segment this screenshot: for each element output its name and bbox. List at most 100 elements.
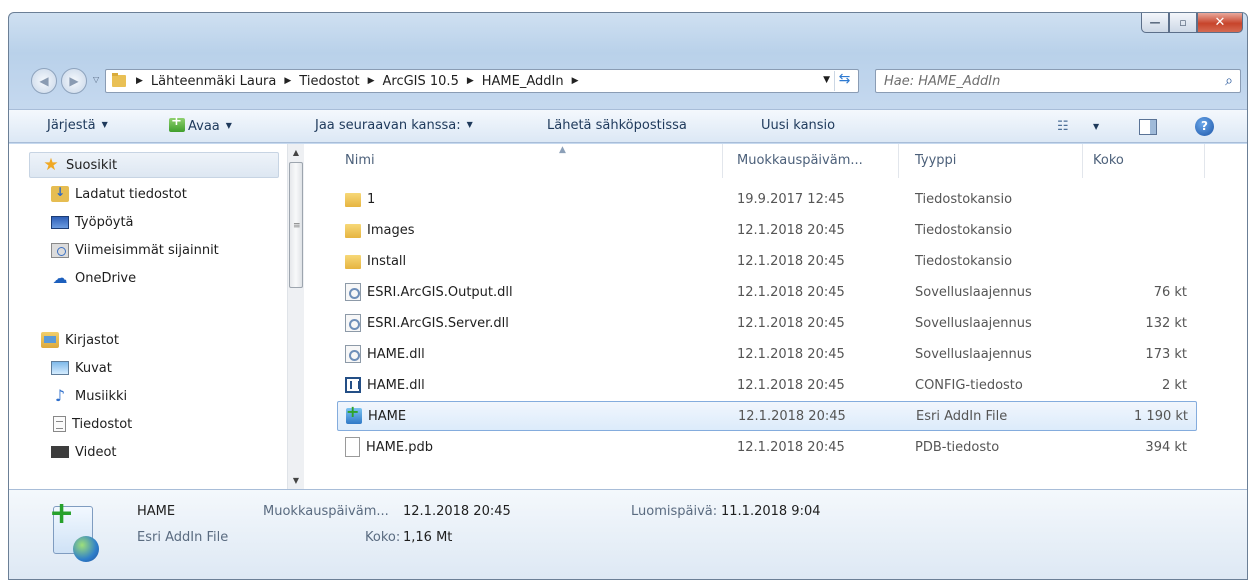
nav-libraries[interactable]: Kirjastot	[29, 326, 287, 354]
address-row: ◀ ▶ ▽ ▶ Lähteenmäki Laura ▶ Tiedostot ▶ …	[9, 63, 1247, 97]
dll-icon	[345, 283, 361, 301]
window-controls: — ▫ ✕	[1141, 13, 1243, 33]
pictures-icon	[51, 361, 69, 375]
nav-favorites[interactable]: ★ Suosikit	[29, 152, 279, 178]
breadcrumb-item[interactable]: Tiedostot	[299, 74, 359, 89]
dll-icon	[345, 345, 361, 363]
file-date: 12.1.2018 20:45	[737, 253, 845, 269]
search-placeholder: Hae: HAME_AddIn	[884, 73, 1001, 89]
file-row[interactable]: HAME.dll 12.1.2018 20:45 CONFIG-tiedosto…	[337, 370, 1197, 400]
share-button[interactable]: Jaa seuraavan kanssa: ▼	[315, 118, 473, 133]
recent-pages-dropdown[interactable]: ▽	[93, 75, 99, 84]
help-icon[interactable]: ?	[1195, 117, 1214, 136]
documents-icon	[53, 416, 66, 432]
file-size: 132 kt	[1145, 315, 1187, 331]
file-name-cell: 1	[345, 191, 375, 207]
sort-ascending-icon: ▲	[559, 145, 566, 155]
column-header-type[interactable]: Tyyppi	[907, 144, 1083, 178]
file-name-cell: HAME	[346, 402, 406, 424]
file-name-cell: HAME.pdb	[345, 437, 433, 457]
address-history-dropdown-icon[interactable]: ▼	[823, 75, 830, 85]
file-name-cell: Install	[345, 253, 406, 269]
file-row[interactable]: ESRI.ArcGIS.Output.dll 12.1.2018 20:45 S…	[337, 277, 1197, 307]
nav-label: Tiedostot	[72, 416, 133, 432]
file-type: Esri AddIn File	[916, 408, 1008, 424]
refresh-icon[interactable]: ⇆	[834, 71, 854, 91]
file-name: HAME.pdb	[366, 439, 433, 455]
organize-button[interactable]: Järjestä ▼	[47, 118, 108, 133]
file-row[interactable]: Images 12.1.2018 20:45 Tiedostokansio	[337, 215, 1197, 245]
nav-item-documents[interactable]: Tiedostot	[51, 410, 287, 438]
view-options-icon[interactable]: ☷	[1057, 119, 1069, 134]
plus-icon: +	[49, 496, 75, 531]
back-button[interactable]: ◀	[31, 68, 57, 94]
scroll-up-icon[interactable]: ▲	[288, 144, 304, 161]
breadcrumb-separator-icon[interactable]: ▶	[284, 76, 291, 86]
nav-item-videos[interactable]: Videot	[51, 438, 287, 466]
file-row-selected[interactable]: HAME 12.1.2018 20:45 Esri AddIn File 1 1…	[337, 401, 1197, 431]
file-row[interactable]: HAME.dll 12.1.2018 20:45 Sovelluslaajenn…	[337, 339, 1197, 369]
column-header-size[interactable]: Koko	[1085, 144, 1205, 178]
minimize-button[interactable]: —	[1141, 13, 1169, 33]
command-bar: Järjestä ▼ Avaa ▼ Jaa seuraavan kanssa: ▼ L…	[9, 109, 1247, 143]
search-icon[interactable]: ⌕	[1218, 73, 1240, 89]
breadcrumb-separator-icon[interactable]: ▶	[467, 76, 474, 86]
new-folder-button[interactable]: Uusi kansio	[761, 118, 835, 133]
file-row[interactable]: HAME.pdb 12.1.2018 20:45 PDB-tiedosto 39…	[337, 432, 1197, 462]
folder-icon	[112, 73, 126, 87]
breadcrumb-separator-icon[interactable]: ▶	[572, 76, 579, 86]
breadcrumb-item[interactable]: HAME_AddIn	[482, 74, 564, 89]
file-date: 12.1.2018 20:45	[737, 439, 845, 455]
chevron-down-icon[interactable]: ▼	[1093, 122, 1099, 131]
navigation-scrollbar[interactable]: ▲ ≡ ▼	[287, 144, 304, 489]
breadcrumb-item[interactable]: ArcGIS 10.5	[383, 74, 459, 89]
nav-label: Kuvat	[75, 360, 112, 376]
file-size: 394 kt	[1145, 439, 1187, 455]
breadcrumb-separator-icon[interactable]: ▶	[368, 76, 375, 86]
address-bar[interactable]: ▶ Lähteenmäki Laura ▶ Tiedostot ▶ ArcGIS…	[105, 69, 859, 93]
breadcrumb-separator-icon[interactable]: ▶	[136, 76, 143, 86]
file-date: 12.1.2018 20:45	[737, 346, 845, 362]
nav-label: Suosikit	[66, 157, 118, 173]
nav-item-music[interactable]: ♪ Musiikki	[51, 382, 287, 410]
file-name-cell: HAME.dll	[345, 377, 425, 393]
file-name: 1	[367, 191, 376, 207]
file-date: 12.1.2018 20:45	[737, 377, 845, 393]
open-button[interactable]: Avaa ▼	[169, 114, 232, 134]
column-label: Tyyppi	[915, 153, 957, 168]
details-modified-value: 12.1.2018 20:45	[403, 504, 511, 519]
nav-item-recent-places[interactable]: Viimeisimmät sijainnit	[51, 236, 287, 264]
details-modified-label: Muokkauspäiväm...	[263, 504, 389, 519]
breadcrumb-item[interactable]: Lähteenmäki Laura	[151, 74, 276, 89]
column-header-modified[interactable]: Muokkauspäiväm...	[729, 144, 899, 178]
close-button[interactable]: ✕	[1197, 13, 1243, 33]
maximize-button[interactable]: ▫	[1169, 13, 1197, 33]
onedrive-cloud-icon: ☁	[52, 269, 68, 287]
nav-item-onedrive[interactable]: ☁ OneDrive	[51, 264, 287, 292]
file-row[interactable]: 1 19.9.2017 12:45 Tiedostokansio	[337, 184, 1197, 214]
forward-button[interactable]: ▶	[61, 68, 87, 94]
scrollbar-thumb[interactable]: ≡	[289, 162, 303, 288]
column-header-name[interactable]: Nimi ▲	[337, 144, 723, 178]
scroll-down-icon[interactable]: ▼	[288, 472, 304, 489]
music-note-icon: ♪	[54, 386, 66, 405]
file-date: 12.1.2018 20:45	[737, 222, 845, 238]
nav-item-desktop[interactable]: Työpöytä	[51, 208, 287, 236]
preview-pane-icon[interactable]	[1139, 119, 1157, 135]
file-date: 12.1.2018 20:45	[737, 284, 845, 300]
file-row[interactable]: Install 12.1.2018 20:45 Tiedostokansio	[337, 246, 1197, 276]
file-type: Sovelluslaajennus	[915, 346, 1032, 362]
file-name: Install	[367, 253, 407, 269]
nav-item-downloads[interactable]: Ladatut tiedostot	[51, 180, 287, 208]
globe-icon	[73, 536, 99, 562]
share-label: Jaa seuraavan kanssa:	[315, 118, 461, 133]
email-button[interactable]: Lähetä sähköpostissa	[547, 118, 687, 133]
nav-item-pictures[interactable]: Kuvat	[51, 354, 287, 382]
star-icon: ★	[43, 155, 59, 175]
file-row[interactable]: ESRI.ArcGIS.Server.dll 12.1.2018 20:45 S…	[337, 308, 1197, 338]
search-input[interactable]: Hae: HAME_AddIn ⌕	[875, 69, 1241, 93]
nav-label: Viimeisimmät sijainnit	[75, 242, 219, 258]
file-type: Tiedostokansio	[915, 222, 1013, 238]
file-size: 76 kt	[1153, 284, 1187, 300]
nav-label: Musiikki	[75, 388, 128, 404]
